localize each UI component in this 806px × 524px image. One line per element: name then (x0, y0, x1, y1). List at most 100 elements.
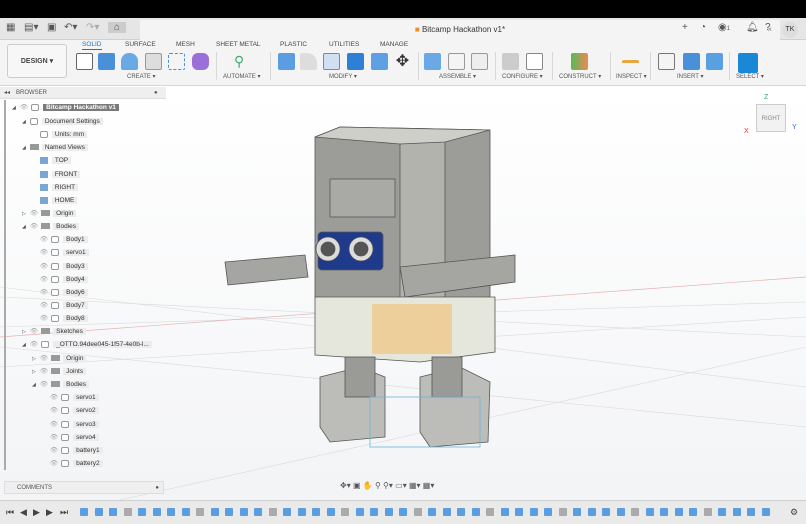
timeline-feature[interactable] (602, 508, 610, 516)
visibility-eye-icon[interactable]: 👁︎ (40, 289, 48, 296)
revolve-icon[interactable] (121, 53, 138, 70)
timeline-feature[interactable] (399, 508, 407, 516)
expand-toggle-icon[interactable]: ▷ (22, 211, 26, 217)
timeline-feature[interactable] (732, 508, 741, 516)
insert-derive-icon[interactable] (658, 53, 675, 70)
create-sketch-icon[interactable] (76, 53, 93, 70)
pattern-icon[interactable] (168, 53, 185, 70)
insert-menu[interactable]: INSERT ▾ (677, 73, 703, 80)
browser-item[interactable]: ▷ 👁︎ Origin (22, 208, 77, 219)
timeline-feature[interactable] (254, 508, 262, 516)
hole-icon[interactable] (145, 53, 162, 70)
tab-plastic[interactable]: PLASTIC (280, 41, 307, 48)
expand-toggle-icon[interactable]: ▷ (32, 356, 36, 362)
joint-icon[interactable] (448, 53, 465, 70)
timeline-feature[interactable] (167, 508, 175, 516)
timeline-feature[interactable] (660, 508, 668, 516)
timeline-feature[interactable] (196, 508, 204, 516)
orbit-icon[interactable]: ✥▾ (340, 481, 351, 490)
browser-item[interactable]: ◢👁︎Body1 (32, 234, 88, 245)
timeline-feature[interactable] (312, 508, 320, 516)
timeline-feature[interactable] (109, 508, 117, 516)
timeline-feature[interactable] (558, 508, 567, 516)
timeline-feature[interactable] (674, 508, 683, 516)
expand-toggle-icon[interactable]: ◢ (12, 105, 16, 111)
apps-grid-icon[interactable]: ▦ (6, 22, 15, 33)
inspect-menu[interactable]: INSPECT ▾ (616, 73, 647, 80)
parameters-icon[interactable] (502, 53, 519, 70)
visibility-eye-icon[interactable]: 👁︎ (40, 315, 48, 322)
browser-item[interactable]: ◢Units: mm (32, 129, 88, 140)
bom-icon[interactable] (471, 53, 488, 70)
comments-pin-icon[interactable]: ● (155, 482, 159, 494)
browser-item[interactable]: ◢ Named Views (22, 142, 88, 153)
browser-item[interactable]: ◢👁︎servo4 (42, 432, 99, 443)
timeline-feature[interactable] (761, 508, 770, 516)
timeline-feature[interactable] (457, 508, 465, 516)
measure-icon[interactable] (622, 60, 639, 66)
create-menu[interactable]: CREATE ▾ (127, 73, 156, 80)
zoom-icon[interactable]: ⚲ (375, 481, 381, 490)
step-forward-icon[interactable]: ▶ (46, 507, 53, 518)
timeline-feature[interactable] (703, 508, 712, 516)
browser-item[interactable]: ◢👁︎servo1 (32, 247, 89, 258)
construct-plane-icon[interactable] (571, 53, 588, 70)
browser-item[interactable]: ◢ 👁︎ Bitcamp Hackathon v1 (12, 102, 119, 113)
expand-toggle-icon[interactable]: ▷ (32, 369, 36, 375)
timeline-feature[interactable] (225, 508, 233, 516)
visibility-eye-icon[interactable]: 👁︎ (40, 276, 48, 283)
timeline-feature[interactable] (355, 508, 364, 516)
visibility-eye-icon[interactable]: 👁︎ (40, 302, 48, 309)
visibility-eye-icon[interactable]: 👁︎ (30, 341, 38, 348)
timeline-feature[interactable] (210, 508, 219, 516)
step-back-icon[interactable]: ◀ (20, 507, 27, 518)
browser-item[interactable]: ◢RIGHT (32, 182, 79, 193)
grid-icon[interactable]: ▦▾ (409, 481, 421, 490)
browser-item[interactable]: ◢👁︎Body7 (32, 300, 88, 311)
browser-item[interactable]: ◢👁︎battery1 (42, 445, 103, 456)
timeline-feature[interactable] (80, 508, 88, 516)
timeline-feature[interactable] (326, 508, 335, 516)
go-to-end-icon[interactable]: ⏭ (60, 507, 68, 518)
browser-item[interactable]: ◢👁︎Body3 (32, 261, 88, 272)
expand-toggle-icon[interactable]: ◢ (22, 119, 26, 125)
visibility-eye-icon[interactable]: 👁︎ (30, 328, 38, 335)
timeline-feature[interactable] (529, 508, 538, 516)
shell-icon[interactable] (323, 53, 340, 70)
timeline-feature[interactable] (747, 508, 755, 516)
tab-sheet-metal[interactable]: SHEET METAL (216, 41, 261, 48)
timeline-feature[interactable] (500, 508, 509, 516)
help-icon[interactable]: ? (765, 22, 771, 33)
visibility-eye-icon[interactable]: 👁︎ (50, 447, 58, 454)
visibility-eye-icon[interactable]: 👁︎ (40, 381, 48, 388)
modify-menu[interactable]: MODIFY ▾ (329, 73, 357, 80)
expand-toggle-icon[interactable]: ◢ (22, 224, 26, 230)
browser-item[interactable]: ◢👁︎servo2 (42, 405, 99, 416)
timeline-feature[interactable] (616, 508, 625, 516)
browser-item[interactable]: ◢👁︎Body6 (32, 287, 88, 298)
browser-item[interactable]: ▷ 👁︎ Sketches (22, 326, 86, 337)
visibility-eye-icon[interactable]: 👁︎ (50, 434, 58, 441)
timeline-feature[interactable] (442, 508, 451, 516)
browser-item[interactable]: ◢ Document Settings (22, 116, 103, 127)
save-icon[interactable]: ▣ (47, 22, 56, 33)
extensions-icon[interactable]: ◔ (700, 22, 706, 33)
comments-panel[interactable]: COMMENTS ● (4, 481, 164, 494)
browser-item[interactable]: ◢HOME (32, 195, 78, 206)
timeline-feature[interactable] (718, 508, 726, 516)
visibility-eye-icon[interactable]: 👁︎ (30, 210, 38, 217)
offset-face-icon[interactable] (371, 53, 388, 70)
tab-mesh[interactable]: MESH (176, 41, 195, 48)
browser-item[interactable]: ◢ 👁︎ Bodies (32, 379, 89, 390)
insert-mcmaster-icon[interactable] (683, 53, 700, 70)
browser-item[interactable]: ◢ 👁︎ _OTTO.94dee045-1f57-4e0b-l... (22, 339, 152, 350)
home-icon[interactable]: ⌂ (108, 22, 127, 33)
expand-toggle-icon[interactable]: ▷ (22, 329, 26, 335)
notifications-icon[interactable]: 🔔︎ (746, 22, 759, 33)
expand-toggle-icon[interactable]: ◢ (22, 145, 26, 151)
timeline-feature[interactable] (297, 508, 306, 516)
timeline-feature[interactable] (573, 508, 581, 516)
timeline-feature[interactable] (515, 508, 523, 516)
select-menu[interactable]: SELECT ▾ (736, 73, 764, 80)
visibility-eye-icon[interactable]: 👁︎ (40, 263, 48, 270)
